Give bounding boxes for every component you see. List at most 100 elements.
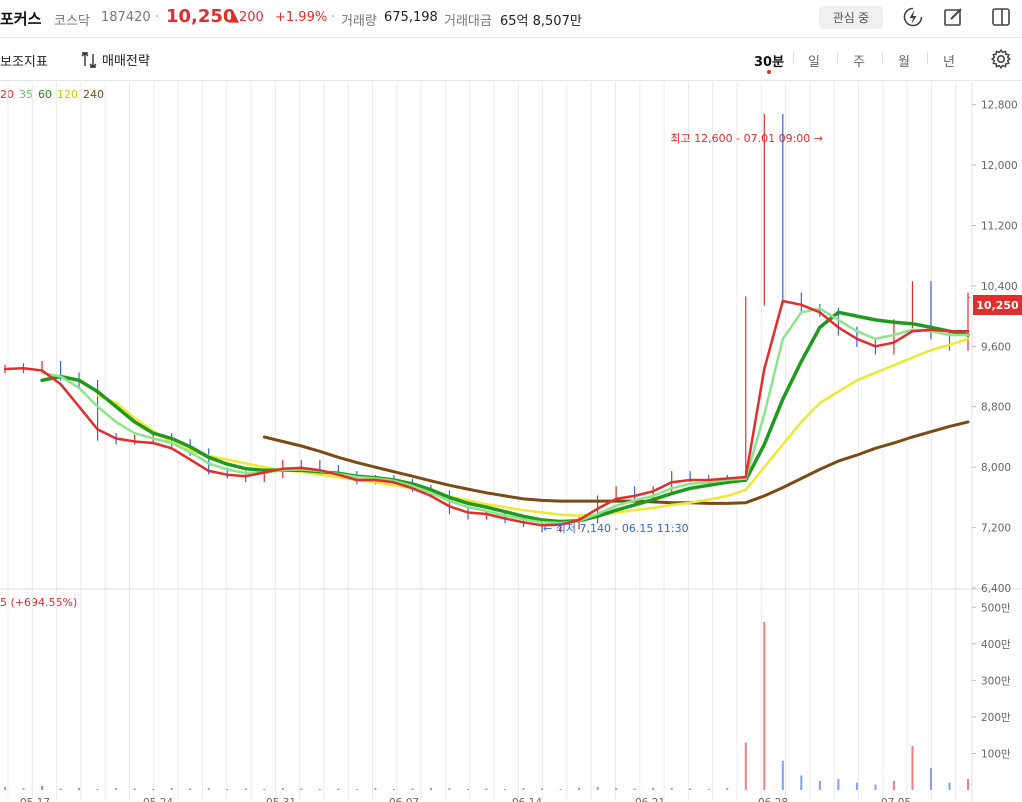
- price-tick-label: 6,400: [981, 583, 1011, 595]
- separator-dot: ·: [155, 10, 160, 25]
- volume-tick-label: 200만: [981, 712, 1011, 724]
- divider: [927, 52, 928, 64]
- ma-legend: 20 35 60 120 240: [0, 88, 104, 101]
- current-price: 10,250: [166, 6, 236, 27]
- price-change-percent: +1.99%: [275, 10, 328, 25]
- divider: [837, 52, 838, 64]
- volume-bar: [300, 788, 303, 790]
- separator-dot: ·: [331, 10, 336, 25]
- volume-bar: [392, 788, 395, 790]
- ma60-legend: 60: [38, 88, 52, 101]
- volume-bar: [596, 787, 599, 790]
- gear-icon[interactable]: [990, 48, 1012, 70]
- volume-bar: [4, 787, 6, 790]
- price-tick-label: 10,400: [981, 281, 1018, 293]
- ma35-line: [40, 307, 970, 525]
- volume-bar: [559, 788, 562, 790]
- moving-average-lines: [3, 299, 970, 527]
- volume-bar: [504, 788, 507, 790]
- date-tick-label: 06.14: [512, 797, 542, 802]
- volume-bar: [689, 788, 692, 790]
- volume-bar: [670, 788, 673, 790]
- watch-button[interactable]: 관심 중: [819, 6, 883, 29]
- chart-grid: [0, 82, 1022, 802]
- chart-axes: 12,800 12,000 11,200 10,400 9,600 8,800 8,000 7…: [20, 100, 1018, 802]
- volume-bar: [874, 784, 877, 790]
- volume-bar: [541, 788, 544, 790]
- market-label: 코스닥: [54, 14, 90, 29]
- indicator-button[interactable]: 보조지표: [0, 51, 48, 70]
- volume-bar: [948, 782, 951, 790]
- volume-bar: [318, 788, 321, 790]
- volume-bar: [41, 785, 44, 790]
- volume-bar: [967, 779, 969, 790]
- stock-name: 포커스: [0, 10, 42, 28]
- volume-bar: [763, 621, 766, 790]
- volume-bar: [115, 788, 118, 790]
- volume-bar: [152, 788, 155, 790]
- ma60-line: [40, 310, 970, 524]
- divider: [793, 52, 794, 64]
- date-tick-label: 05.31: [266, 797, 296, 802]
- volume-bars: [4, 621, 969, 790]
- volume-bar: [466, 788, 469, 790]
- volume-bar: [78, 787, 81, 790]
- period-tab-week[interactable]: 주: [853, 51, 865, 70]
- lightning-icon[interactable]: [902, 6, 924, 28]
- volume-value: 675,198: [384, 10, 438, 25]
- volume-bar: [485, 788, 488, 790]
- price-chart[interactable]: 12,800 12,000 11,200 10,400 9,600 8,800 8,000 7…: [0, 0, 1022, 802]
- volume-label: 거래량: [341, 14, 377, 29]
- volume-bar: [837, 779, 840, 790]
- volume-bar: [226, 788, 229, 790]
- volume-bar: [800, 775, 803, 790]
- price-tick-label: 12,800: [981, 100, 1018, 112]
- volume-bar: [929, 768, 932, 790]
- ma20-legend: 20: [0, 88, 14, 101]
- volume-bar: [207, 788, 210, 790]
- strategy-label: 매매전략: [102, 54, 150, 69]
- strategy-button[interactable]: 매매전략: [80, 50, 150, 69]
- volume-bar: [707, 788, 710, 790]
- volume-tick-label: 500만: [981, 602, 1011, 614]
- volume-bar: [818, 780, 821, 790]
- volume-bar: [96, 788, 99, 790]
- period-tab-30min[interactable]: 30분: [754, 51, 784, 70]
- volume-bar: [578, 787, 581, 790]
- ma240-line: [262, 420, 970, 505]
- chart-toolbar: 보조지표 매매전략 30분 일 주 월 년: [0, 39, 1022, 81]
- volume-bar: [429, 787, 432, 790]
- volume-tick-label: 300만: [981, 675, 1011, 687]
- low-annotation: ← 최저 7,140 - 06.15 11:30: [543, 522, 689, 535]
- panel-toggle-icon[interactable]: [990, 6, 1012, 28]
- period-tab-month[interactable]: 월: [898, 51, 910, 70]
- stock-chart-app: 포커스 코스닥 187420 · 10,250 ▲200 +1.99% · 거래…: [0, 0, 1022, 802]
- high-annotation: 최고 12,600 - 07.01 09:00 →: [670, 132, 823, 145]
- period-tab-day[interactable]: 일: [808, 51, 820, 70]
- divider: [882, 52, 883, 64]
- volume-bar: [615, 788, 618, 790]
- volume-bar: [170, 787, 173, 790]
- ma20-line: [3, 299, 970, 527]
- price-tick-label: 12,000: [981, 160, 1018, 172]
- ma240-legend: 240: [83, 88, 104, 101]
- volume-bar: [133, 788, 136, 790]
- volume-bar: [448, 788, 451, 790]
- volume-bar: [855, 782, 858, 790]
- date-tick-label: 05.24: [143, 797, 173, 802]
- chart-annotations: 최고 12,600 - 07.01 09:00 → ← 최저 7,140 - 06…: [543, 132, 972, 535]
- stock-header: 포커스 코스닥 187420 · 10,250 ▲200 +1.99% · 거래…: [0, 0, 1022, 38]
- price-tick-label: 11,200: [981, 220, 1018, 232]
- volume-bar: [189, 788, 192, 790]
- volume-bar: [781, 760, 784, 790]
- price-tick-label: 8,000: [981, 462, 1011, 474]
- date-tick-label: 05.17: [20, 797, 50, 802]
- volume-bar: [244, 788, 247, 790]
- volume-bar: [744, 742, 747, 790]
- volume-tick-label: 100만: [981, 748, 1011, 760]
- edit-icon[interactable]: [942, 6, 964, 28]
- price-candles: [4, 114, 969, 533]
- period-tab-year[interactable]: 년: [943, 51, 955, 70]
- price-tick-label: 7,200: [981, 523, 1011, 535]
- volume-bar: [281, 788, 284, 790]
